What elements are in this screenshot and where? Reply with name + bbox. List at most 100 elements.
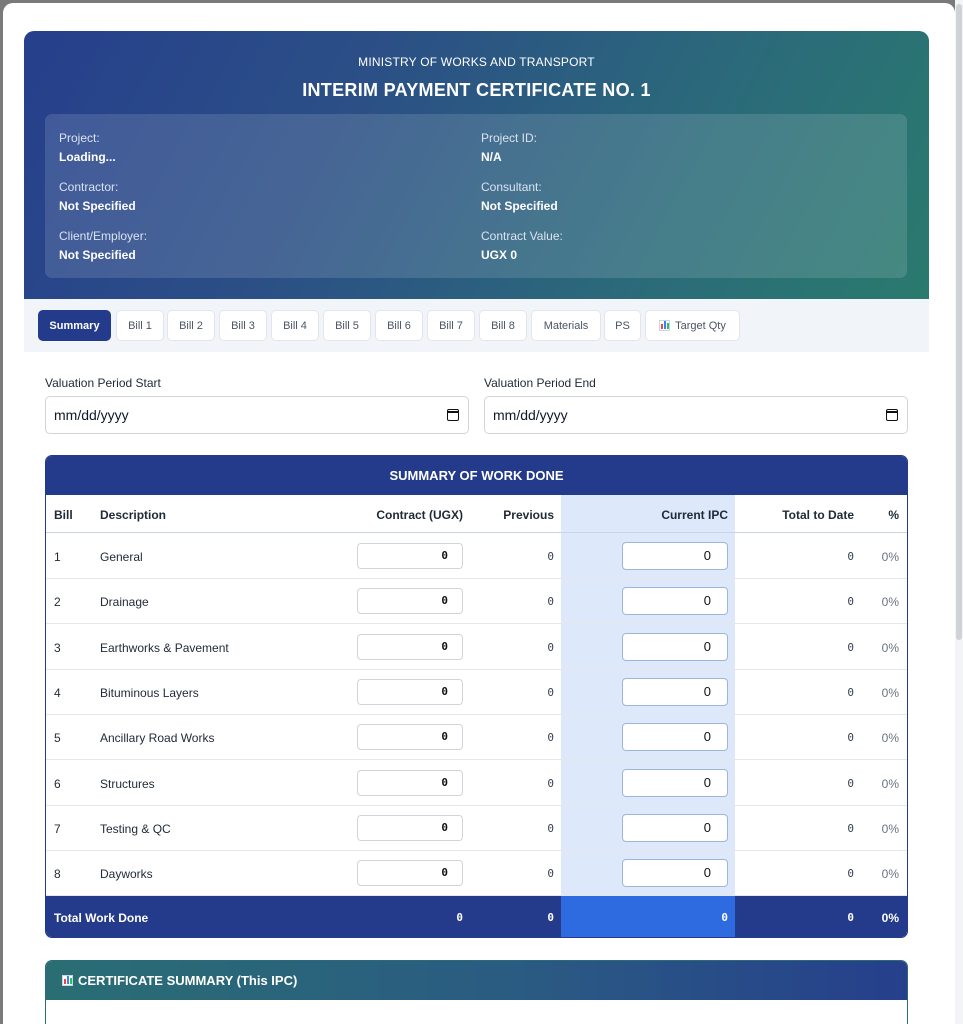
current-ipc-input[interactable]: 0 [622, 814, 728, 842]
previous-value: 0 [547, 595, 554, 608]
contract-input[interactable]: 0 [357, 679, 463, 705]
bill-description: Earthworks & Pavement [100, 641, 229, 655]
total-to-date-value: 0 [847, 595, 854, 608]
bill-number: 4 [54, 686, 61, 700]
valuation-end-input[interactable]: mm/dd/yyyy [484, 396, 908, 434]
tab-bill-5[interactable]: Bill 5 [323, 310, 371, 341]
page-scrollbar[interactable] [955, 0, 963, 1024]
percent-value: 0% [881, 550, 899, 564]
contract-value-value: UGX 0 [481, 248, 518, 262]
bill-description: Testing & QC [100, 822, 171, 836]
bill-description: General [100, 550, 143, 564]
contract-input[interactable]: 0 [357, 588, 463, 614]
tab-ps[interactable]: PS [604, 310, 641, 341]
col-contract: Contract (UGX) [376, 508, 463, 522]
certificate-summary-title: CERTIFICATE SUMMARY (This IPC) [78, 973, 298, 988]
col-previous: Previous [503, 508, 554, 522]
current-ipc-input[interactable]: 0 [622, 769, 728, 797]
calendar-icon[interactable] [886, 409, 898, 421]
certificate-title: INTERIM PAYMENT CERTIFICATE NO. 1 [302, 80, 651, 100]
valuation-start-input[interactable]: mm/dd/yyyy [45, 396, 469, 434]
table-row: 5 Ancillary Road Works 0 0 0 0 0% [46, 715, 907, 760]
current-ipc-input[interactable]: 0 [622, 633, 728, 661]
bill-number: 1 [54, 550, 61, 564]
project-id-info: Project ID: N/A [481, 131, 537, 164]
percent-value: 0% [881, 686, 899, 700]
col-description: Description [100, 508, 167, 522]
bar-chart-icon [62, 975, 73, 986]
current-ipc-input[interactable]: 0 [622, 542, 728, 570]
valuation-end-label: Valuation Period End [484, 376, 596, 390]
tab-bill-8[interactable]: Bill 8 [479, 310, 527, 341]
bill-description: Structures [100, 777, 155, 791]
ipc-modal: MINISTRY OF WORKS AND TRANSPORT INTERIM … [3, 3, 955, 1024]
project-value: Loading... [59, 150, 116, 164]
table-row: 1 General 0 0 0 0 0% [46, 534, 907, 579]
table-row: 6 Structures 0 0 0 0 0% [46, 761, 907, 806]
project-info-box: Project: Loading... Project ID: N/A Cont… [45, 114, 907, 278]
previous-value: 0 [547, 867, 554, 880]
percent-value: 0% [881, 595, 899, 609]
tab-materials[interactable]: Materials [531, 310, 601, 341]
bill-description: Bituminous Layers [100, 686, 199, 700]
contractor-value: Not Specified [59, 199, 136, 213]
contract-input[interactable]: 0 [357, 860, 463, 886]
bill-number: 5 [54, 731, 61, 745]
tab-bill-1[interactable]: Bill 1 [116, 310, 164, 341]
total-current: 0 [721, 911, 728, 924]
contract-input[interactable]: 0 [357, 770, 463, 796]
total-to-date-value: 0 [847, 731, 854, 744]
table-row: 3 Earthworks & Pavement 0 0 0 0 0% [46, 625, 907, 670]
total-current-highlight [561, 896, 735, 937]
total-to-date-value: 0 [847, 686, 854, 699]
col-current-ipc: Current IPC [661, 508, 728, 522]
tab-bar: Summary Bill 1 Bill 2 Bill 3 Bill 4 Bill… [24, 299, 929, 352]
previous-value: 0 [547, 550, 554, 563]
percent-value: 0% [881, 731, 899, 745]
client-value: Not Specified [59, 248, 136, 262]
tab-bill-3[interactable]: Bill 3 [219, 310, 267, 341]
project-label: Project: [59, 131, 100, 145]
total-to-date-value: 0 [847, 641, 854, 654]
total-percent: 0% [881, 911, 899, 925]
previous-value: 0 [547, 777, 554, 790]
summary-table-header: Bill Description Contract (UGX) Previous… [46, 495, 907, 533]
current-ipc-input[interactable]: 0 [622, 678, 728, 706]
tab-bill-6[interactable]: Bill 6 [375, 310, 423, 341]
tab-summary[interactable]: Summary [38, 310, 111, 341]
current-ipc-input[interactable]: 0 [622, 587, 728, 615]
bill-description: Dayworks [100, 867, 153, 881]
contract-input[interactable]: 0 [357, 724, 463, 750]
contract-value-info: Contract Value: UGX 0 [481, 229, 563, 262]
bill-number: 7 [54, 822, 61, 836]
tab-target-qty[interactable]: Target Qty [645, 310, 740, 341]
tab-target-qty-label: Target Qty [675, 319, 726, 332]
bill-description: Ancillary Road Works [100, 731, 215, 745]
contract-input[interactable]: 0 [357, 815, 463, 841]
contract-input[interactable]: 0 [357, 634, 463, 660]
calendar-icon[interactable] [447, 409, 459, 421]
current-ipc-input[interactable]: 0 [622, 723, 728, 751]
total-to-date-value: 0 [847, 777, 854, 790]
current-ipc-input[interactable]: 0 [622, 859, 728, 887]
tab-bill-2[interactable]: Bill 2 [167, 310, 215, 341]
client-label: Client/Employer: [59, 229, 148, 243]
scrollbar-thumb[interactable] [956, 4, 962, 640]
client-info: Client/Employer: Not Specified [59, 229, 147, 262]
bill-number: 3 [54, 641, 61, 655]
bill-number: 2 [54, 595, 61, 609]
consultant-label: Consultant: [481, 180, 542, 194]
contractor-info: Contractor: Not Specified [59, 180, 136, 213]
contract-input[interactable]: 0 [357, 543, 463, 569]
total-work-done-row: Total Work Done 0 0 0 0 0% [46, 896, 907, 937]
project-id-value: N/A [481, 150, 502, 164]
total-contract: 0 [456, 911, 463, 924]
col-total-to-date: Total to Date [782, 508, 854, 522]
bill-number: 6 [54, 777, 61, 791]
certificate-header: MINISTRY OF WORKS AND TRANSPORT INTERIM … [24, 31, 929, 299]
percent-value: 0% [881, 641, 899, 655]
tab-bill-4[interactable]: Bill 4 [271, 310, 319, 341]
total-label: Total Work Done [54, 911, 149, 925]
tab-bill-7[interactable]: Bill 7 [427, 310, 475, 341]
certificate-summary: CERTIFICATE SUMMARY (This IPC) [45, 960, 908, 1024]
